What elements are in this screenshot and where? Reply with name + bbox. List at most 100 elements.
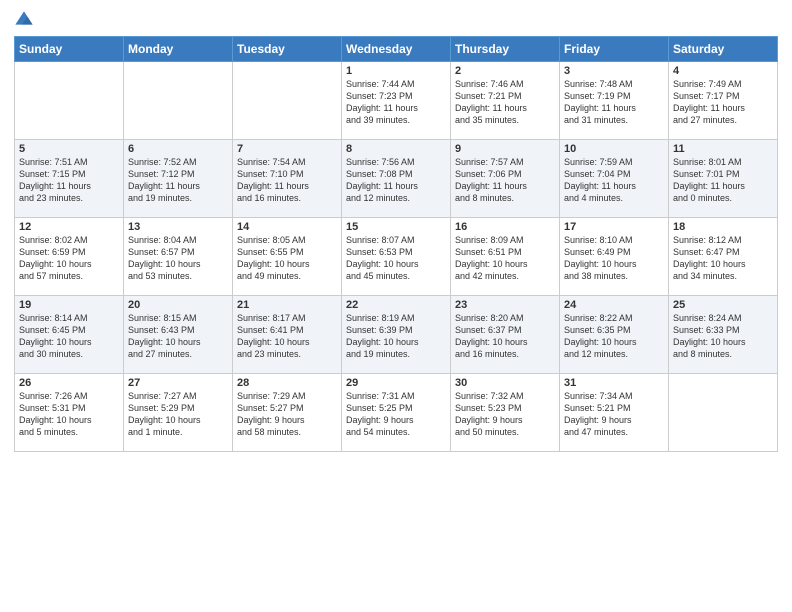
day-number: 8 (346, 143, 446, 155)
day-cell: 14Sunrise: 8:05 AM Sunset: 6:55 PM Dayli… (233, 218, 342, 296)
day-number: 25 (673, 299, 773, 311)
day-info: Sunrise: 8:10 AM Sunset: 6:49 PM Dayligh… (564, 234, 664, 283)
day-info: Sunrise: 8:22 AM Sunset: 6:35 PM Dayligh… (564, 312, 664, 361)
day-header-wednesday: Wednesday (342, 37, 451, 62)
day-cell: 29Sunrise: 7:31 AM Sunset: 5:25 PM Dayli… (342, 374, 451, 452)
day-info: Sunrise: 7:32 AM Sunset: 5:23 PM Dayligh… (455, 390, 555, 439)
day-cell: 17Sunrise: 8:10 AM Sunset: 6:49 PM Dayli… (560, 218, 669, 296)
day-number: 19 (19, 299, 119, 311)
week-row-4: 19Sunrise: 8:14 AM Sunset: 6:45 PM Dayli… (15, 296, 778, 374)
week-row-2: 5Sunrise: 7:51 AM Sunset: 7:15 PM Daylig… (15, 140, 778, 218)
day-info: Sunrise: 7:59 AM Sunset: 7:04 PM Dayligh… (564, 156, 664, 205)
day-info: Sunrise: 7:44 AM Sunset: 7:23 PM Dayligh… (346, 78, 446, 127)
day-number: 5 (19, 143, 119, 155)
header-row: SundayMondayTuesdayWednesdayThursdayFrid… (15, 37, 778, 62)
day-cell: 1Sunrise: 7:44 AM Sunset: 7:23 PM Daylig… (342, 62, 451, 140)
day-info: Sunrise: 8:07 AM Sunset: 6:53 PM Dayligh… (346, 234, 446, 283)
day-info: Sunrise: 7:56 AM Sunset: 7:08 PM Dayligh… (346, 156, 446, 205)
day-number: 2 (455, 65, 555, 77)
day-info: Sunrise: 8:19 AM Sunset: 6:39 PM Dayligh… (346, 312, 446, 361)
day-number: 20 (128, 299, 228, 311)
day-info: Sunrise: 8:17 AM Sunset: 6:41 PM Dayligh… (237, 312, 337, 361)
logo-icon (14, 10, 34, 30)
day-info: Sunrise: 8:12 AM Sunset: 6:47 PM Dayligh… (673, 234, 773, 283)
day-info: Sunrise: 8:04 AM Sunset: 6:57 PM Dayligh… (128, 234, 228, 283)
day-info: Sunrise: 7:31 AM Sunset: 5:25 PM Dayligh… (346, 390, 446, 439)
day-cell: 21Sunrise: 8:17 AM Sunset: 6:41 PM Dayli… (233, 296, 342, 374)
day-number: 23 (455, 299, 555, 311)
day-number: 29 (346, 377, 446, 389)
week-row-3: 12Sunrise: 8:02 AM Sunset: 6:59 PM Dayli… (15, 218, 778, 296)
day-info: Sunrise: 7:52 AM Sunset: 7:12 PM Dayligh… (128, 156, 228, 205)
day-cell (233, 62, 342, 140)
day-header-saturday: Saturday (669, 37, 778, 62)
day-cell (669, 374, 778, 452)
day-number: 3 (564, 65, 664, 77)
day-cell: 23Sunrise: 8:20 AM Sunset: 6:37 PM Dayli… (451, 296, 560, 374)
day-number: 6 (128, 143, 228, 155)
day-cell (15, 62, 124, 140)
day-cell: 28Sunrise: 7:29 AM Sunset: 5:27 PM Dayli… (233, 374, 342, 452)
day-cell: 27Sunrise: 7:27 AM Sunset: 5:29 PM Dayli… (124, 374, 233, 452)
day-info: Sunrise: 7:27 AM Sunset: 5:29 PM Dayligh… (128, 390, 228, 439)
day-cell: 10Sunrise: 7:59 AM Sunset: 7:04 PM Dayli… (560, 140, 669, 218)
day-cell: 13Sunrise: 8:04 AM Sunset: 6:57 PM Dayli… (124, 218, 233, 296)
day-info: Sunrise: 7:49 AM Sunset: 7:17 PM Dayligh… (673, 78, 773, 127)
day-number: 27 (128, 377, 228, 389)
day-cell: 22Sunrise: 8:19 AM Sunset: 6:39 PM Dayli… (342, 296, 451, 374)
day-cell: 20Sunrise: 8:15 AM Sunset: 6:43 PM Dayli… (124, 296, 233, 374)
day-cell: 6Sunrise: 7:52 AM Sunset: 7:12 PM Daylig… (124, 140, 233, 218)
day-info: Sunrise: 7:29 AM Sunset: 5:27 PM Dayligh… (237, 390, 337, 439)
day-number: 28 (237, 377, 337, 389)
day-header-tuesday: Tuesday (233, 37, 342, 62)
day-header-thursday: Thursday (451, 37, 560, 62)
day-info: Sunrise: 7:48 AM Sunset: 7:19 PM Dayligh… (564, 78, 664, 127)
day-number: 10 (564, 143, 664, 155)
day-number: 31 (564, 377, 664, 389)
day-header-sunday: Sunday (15, 37, 124, 62)
day-cell: 2Sunrise: 7:46 AM Sunset: 7:21 PM Daylig… (451, 62, 560, 140)
day-number: 15 (346, 221, 446, 233)
day-cell: 15Sunrise: 8:07 AM Sunset: 6:53 PM Dayli… (342, 218, 451, 296)
header (14, 10, 778, 30)
day-number: 11 (673, 143, 773, 155)
day-cell: 31Sunrise: 7:34 AM Sunset: 5:21 PM Dayli… (560, 374, 669, 452)
day-number: 7 (237, 143, 337, 155)
day-info: Sunrise: 8:09 AM Sunset: 6:51 PM Dayligh… (455, 234, 555, 283)
day-cell: 5Sunrise: 7:51 AM Sunset: 7:15 PM Daylig… (15, 140, 124, 218)
day-cell: 11Sunrise: 8:01 AM Sunset: 7:01 PM Dayli… (669, 140, 778, 218)
page-container: SundayMondayTuesdayWednesdayThursdayFrid… (0, 0, 792, 458)
day-header-friday: Friday (560, 37, 669, 62)
day-info: Sunrise: 7:26 AM Sunset: 5:31 PM Dayligh… (19, 390, 119, 439)
day-cell: 30Sunrise: 7:32 AM Sunset: 5:23 PM Dayli… (451, 374, 560, 452)
day-info: Sunrise: 8:05 AM Sunset: 6:55 PM Dayligh… (237, 234, 337, 283)
day-cell (124, 62, 233, 140)
day-number: 30 (455, 377, 555, 389)
day-number: 4 (673, 65, 773, 77)
day-number: 13 (128, 221, 228, 233)
day-number: 14 (237, 221, 337, 233)
day-info: Sunrise: 7:51 AM Sunset: 7:15 PM Dayligh… (19, 156, 119, 205)
day-info: Sunrise: 8:15 AM Sunset: 6:43 PM Dayligh… (128, 312, 228, 361)
day-header-monday: Monday (124, 37, 233, 62)
day-info: Sunrise: 8:20 AM Sunset: 6:37 PM Dayligh… (455, 312, 555, 361)
day-cell: 26Sunrise: 7:26 AM Sunset: 5:31 PM Dayli… (15, 374, 124, 452)
calendar-header: SundayMondayTuesdayWednesdayThursdayFrid… (15, 37, 778, 62)
day-number: 24 (564, 299, 664, 311)
day-cell: 8Sunrise: 7:56 AM Sunset: 7:08 PM Daylig… (342, 140, 451, 218)
day-number: 16 (455, 221, 555, 233)
day-number: 9 (455, 143, 555, 155)
day-number: 21 (237, 299, 337, 311)
day-number: 26 (19, 377, 119, 389)
day-info: Sunrise: 8:14 AM Sunset: 6:45 PM Dayligh… (19, 312, 119, 361)
day-number: 12 (19, 221, 119, 233)
day-number: 22 (346, 299, 446, 311)
day-cell: 4Sunrise: 7:49 AM Sunset: 7:17 PM Daylig… (669, 62, 778, 140)
logo (14, 10, 36, 30)
day-cell: 12Sunrise: 8:02 AM Sunset: 6:59 PM Dayli… (15, 218, 124, 296)
day-info: Sunrise: 8:01 AM Sunset: 7:01 PM Dayligh… (673, 156, 773, 205)
day-cell: 9Sunrise: 7:57 AM Sunset: 7:06 PM Daylig… (451, 140, 560, 218)
day-cell: 7Sunrise: 7:54 AM Sunset: 7:10 PM Daylig… (233, 140, 342, 218)
week-row-1: 1Sunrise: 7:44 AM Sunset: 7:23 PM Daylig… (15, 62, 778, 140)
calendar-body: 1Sunrise: 7:44 AM Sunset: 7:23 PM Daylig… (15, 62, 778, 452)
